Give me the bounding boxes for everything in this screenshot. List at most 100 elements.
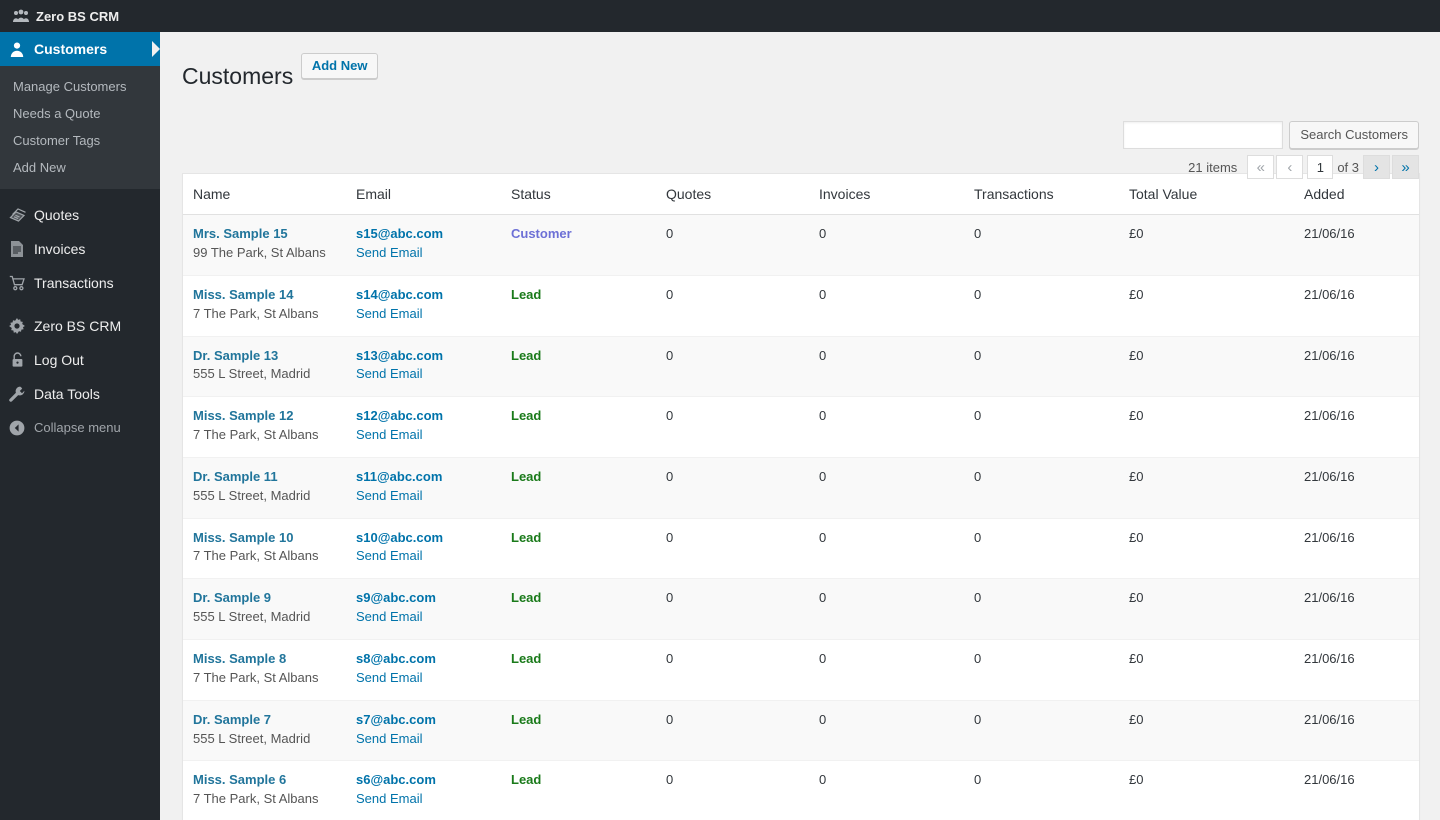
send-email-link[interactable]: Send Email: [356, 426, 491, 445]
customer-name-link[interactable]: Miss. Sample 8: [193, 650, 336, 669]
status-badge: Lead: [511, 712, 541, 727]
cell-total-value: £0: [1119, 215, 1294, 276]
table-row: Miss. Sample 87 The Park, St Albanss8@ab…: [183, 640, 1419, 701]
send-email-link[interactable]: Send Email: [356, 608, 491, 627]
column-header-status[interactable]: Status: [501, 174, 656, 215]
status-badge: Customer: [511, 226, 572, 241]
customer-name-link[interactable]: Miss. Sample 6: [193, 771, 336, 790]
sidebar-item-collapse-menu[interactable]: Collapse menu: [0, 411, 160, 445]
submenu-item-needs-a-quote[interactable]: Needs a Quote: [0, 100, 160, 127]
send-email-link[interactable]: Send Email: [356, 669, 491, 688]
table-body: Mrs. Sample 1599 The Park, St Albanss15@…: [183, 215, 1419, 820]
send-email-link[interactable]: Send Email: [356, 244, 491, 263]
cell-quotes: 0: [656, 761, 809, 820]
cell-status: Lead: [501, 337, 656, 398]
customer-email-link[interactable]: s11@abc.com: [356, 468, 491, 487]
shopping-cart-icon: [0, 275, 34, 291]
table-row: Dr. Sample 9555 L Street, Madrid s9@abc.c…: [183, 579, 1419, 640]
customer-email-link[interactable]: s9@abc.com: [356, 589, 491, 608]
column-header-name[interactable]: Name: [183, 174, 346, 215]
cell-name: Miss. Sample 127 The Park, St Albans: [183, 397, 346, 458]
customer-address: 7 The Park, St Albans: [193, 427, 319, 442]
customer-name-link[interactable]: Miss. Sample 12: [193, 407, 336, 426]
customer-name-link[interactable]: Dr. Sample 9: [193, 589, 336, 608]
column-header-quotes[interactable]: Quotes: [656, 174, 809, 215]
sidebar-item-log-out[interactable]: Log Out: [0, 343, 160, 377]
send-email-link[interactable]: Send Email: [356, 305, 491, 324]
customer-name-link[interactable]: Miss. Sample 14: [193, 286, 336, 305]
customer-name-link[interactable]: Dr. Sample 13: [193, 347, 336, 366]
customer-email-link[interactable]: s10@abc.com: [356, 529, 491, 548]
customer-email-link[interactable]: s7@abc.com: [356, 711, 491, 730]
cell-transactions: 0: [964, 579, 1119, 640]
first-page-button-top[interactable]: «: [1247, 155, 1274, 179]
column-header-total-value[interactable]: Total Value: [1119, 174, 1294, 215]
customer-name-link[interactable]: Dr. Sample 11: [193, 468, 336, 487]
customer-email-link[interactable]: s15@abc.com: [356, 225, 491, 244]
submenu-item-add-new[interactable]: Add New: [0, 154, 160, 181]
send-email-link[interactable]: Send Email: [356, 730, 491, 749]
cell-transactions: 0: [964, 276, 1119, 337]
sidebar-item-customers[interactable]: Customers Manage Customers Needs a Quote…: [0, 32, 160, 189]
submenu-item-customer-tags[interactable]: Customer Tags: [0, 127, 160, 154]
sidebar-item-data-tools[interactable]: Data Tools: [0, 377, 160, 411]
column-header-transactions[interactable]: Transactions: [964, 174, 1119, 215]
prev-page-button-top[interactable]: ‹: [1276, 155, 1303, 179]
customer-address: 7 The Park, St Albans: [193, 548, 319, 563]
next-page-button-top[interactable]: ›: [1363, 155, 1390, 179]
sidebar-label-customers: Customers: [34, 40, 107, 58]
cell-total-value: £0: [1119, 337, 1294, 398]
customer-email-link[interactable]: s13@abc.com: [356, 347, 491, 366]
cell-invoices: 0: [809, 276, 964, 337]
status-badge: Lead: [511, 590, 541, 605]
customer-email-link[interactable]: s14@abc.com: [356, 286, 491, 305]
cell-added: 21/06/16: [1294, 337, 1419, 398]
table-row: Miss. Sample 127 The Park, St Albans s12@…: [183, 397, 1419, 458]
send-email-link[interactable]: Send Email: [356, 365, 491, 384]
cell-status: Lead: [501, 458, 656, 519]
cell-status: Lead: [501, 761, 656, 820]
add-new-button[interactable]: Add New: [301, 53, 379, 79]
cell-added: 21/06/16: [1294, 458, 1419, 519]
sidebar-label-collapse-menu: Collapse menu: [34, 419, 121, 437]
customer-name-link[interactable]: Mrs. Sample 15: [193, 225, 336, 244]
customer-email-link[interactable]: s12@abc.com: [356, 407, 491, 426]
sidebar-item-zero-bs-crm[interactable]: Zero BS CRM: [0, 309, 160, 343]
customer-email-link[interactable]: s6@abc.com: [356, 771, 491, 790]
column-header-invoices[interactable]: Invoices: [809, 174, 964, 215]
customer-name-link[interactable]: Dr. Sample 7: [193, 711, 336, 730]
admin-bar-site-name[interactable]: Zero BS CRM: [0, 0, 129, 32]
cell-added: 21/06/16: [1294, 519, 1419, 580]
admin-bar-site-label: Zero BS CRM: [36, 9, 119, 24]
sidebar-label-log-out: Log Out: [34, 351, 84, 369]
admin-bar: Zero BS CRM: [0, 0, 1440, 32]
quote-pages-icon: [0, 207, 34, 223]
send-email-link[interactable]: Send Email: [356, 790, 491, 809]
send-email-link[interactable]: Send Email: [356, 487, 491, 506]
search-customers-button[interactable]: Search Customers: [1289, 121, 1419, 149]
search-input[interactable]: [1123, 121, 1283, 149]
column-header-email[interactable]: Email: [346, 174, 501, 215]
cell-added: 21/06/16: [1294, 761, 1419, 820]
cell-status: Lead: [501, 397, 656, 458]
cell-total-value: £0: [1119, 397, 1294, 458]
customer-email-link[interactable]: s8@abc.com: [356, 650, 491, 669]
page-header: Customers Add New: [182, 42, 1420, 95]
current-page-input[interactable]: [1307, 155, 1333, 179]
sidebar-item-quotes[interactable]: Quotes: [0, 198, 160, 232]
send-email-link[interactable]: Send Email: [356, 547, 491, 566]
cell-email: s15@abc.comSend Email: [346, 215, 501, 276]
sidebar-item-invoices[interactable]: Invoices: [0, 232, 160, 266]
cell-quotes: 0: [656, 215, 809, 276]
table-head: Name Email Status Quotes Invoices Transa…: [183, 174, 1419, 215]
submenu-item-manage-customers[interactable]: Manage Customers: [0, 73, 160, 100]
last-page-button-top[interactable]: »: [1392, 155, 1419, 179]
customer-address: 555 L Street, Madrid: [193, 609, 310, 624]
cell-email: s7@abc.comSend Email: [346, 701, 501, 762]
table-header-row: Name Email Status Quotes Invoices Transa…: [183, 174, 1419, 215]
column-header-added[interactable]: Added: [1294, 174, 1419, 215]
group-icon: [12, 8, 29, 25]
cell-status: Lead: [501, 276, 656, 337]
sidebar-item-transactions[interactable]: Transactions: [0, 266, 160, 300]
customer-name-link[interactable]: Miss. Sample 10: [193, 529, 336, 548]
